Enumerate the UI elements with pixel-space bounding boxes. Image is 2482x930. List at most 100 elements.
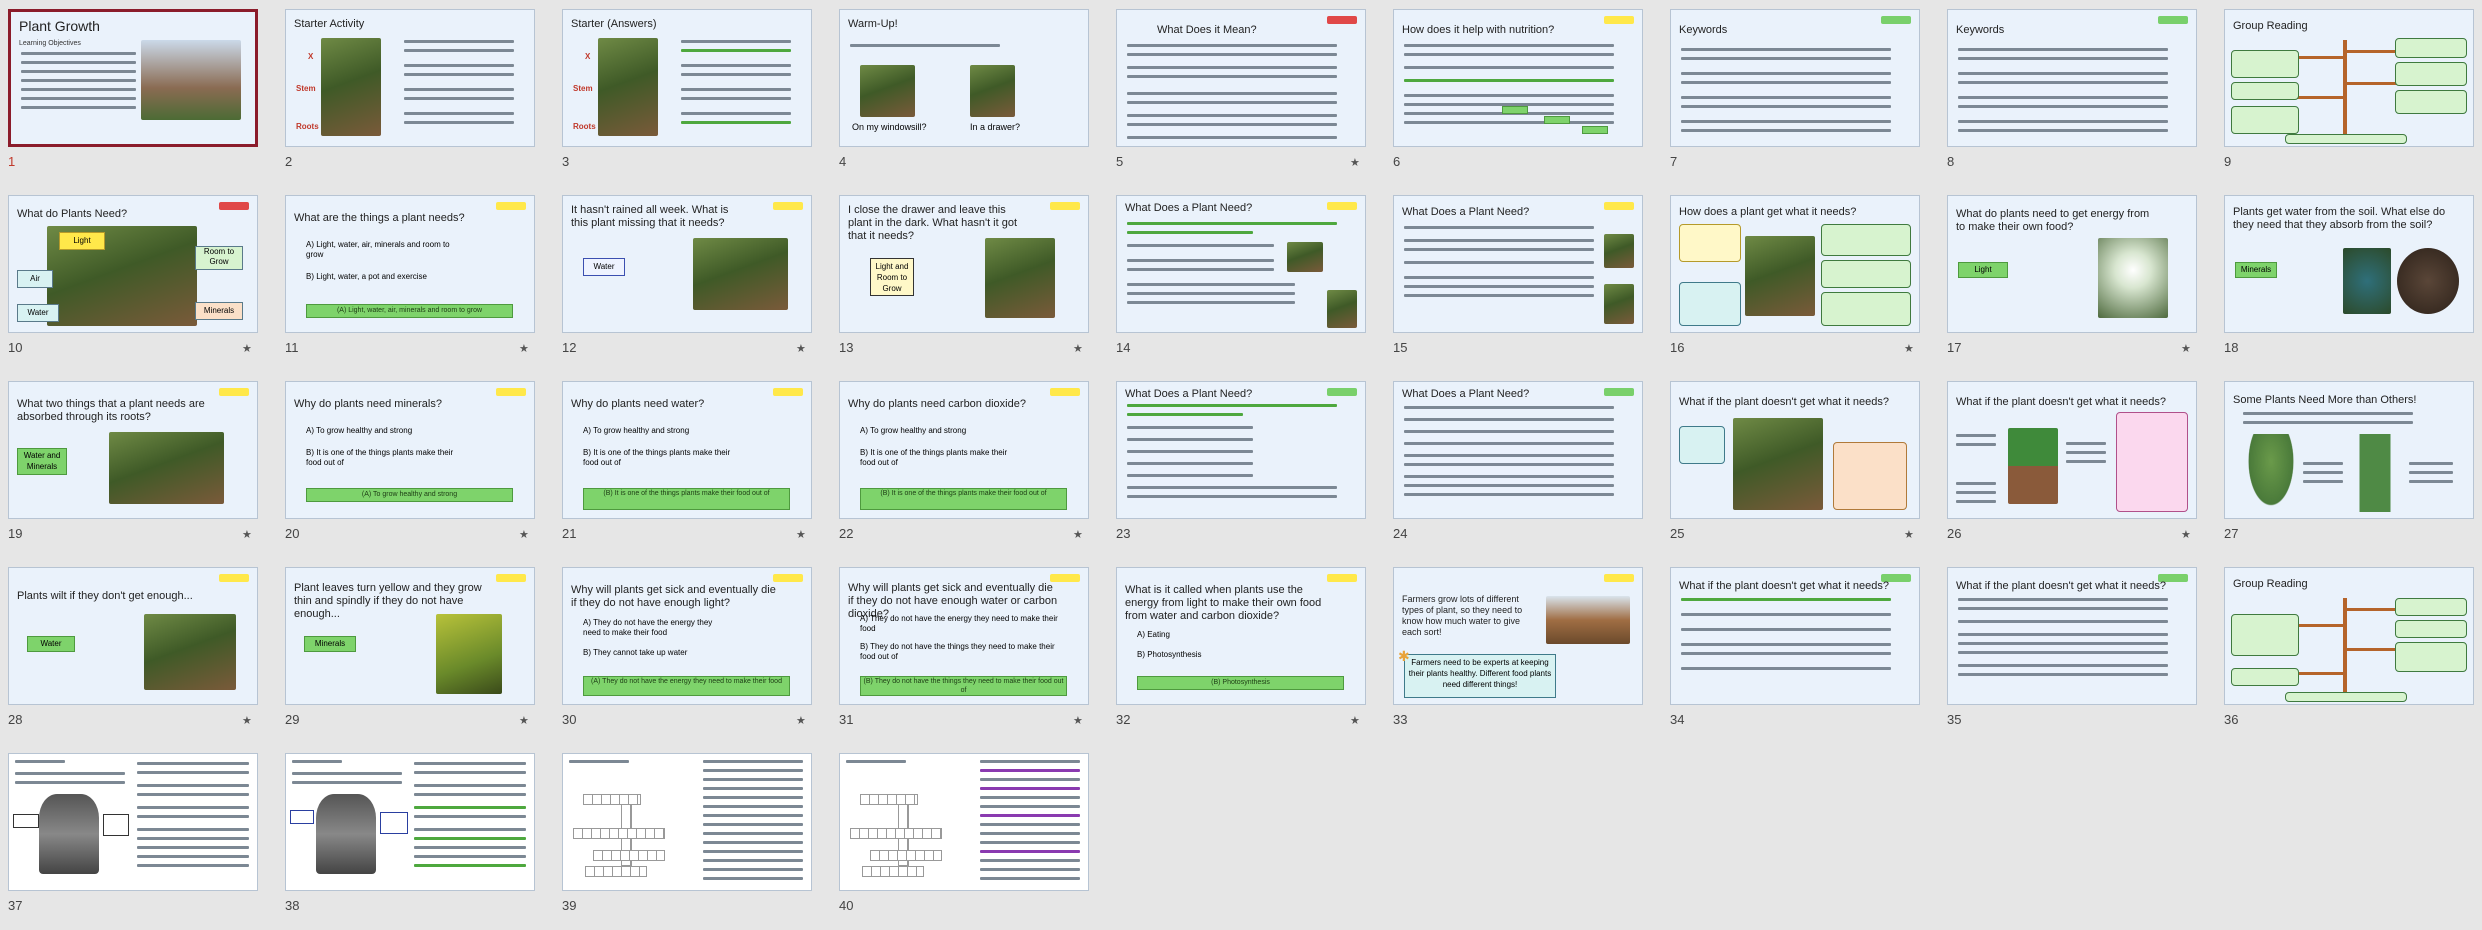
slide-29[interactable]: Plant leaves turn yellow and they grow t…	[285, 567, 535, 705]
slide-27[interactable]: Some Plants Need More than Others!	[2224, 381, 2474, 519]
slide-4[interactable]: Warm-Up! On my windowsill? In a drawer?	[839, 9, 1089, 147]
slide-34[interactable]: What if the plant doesn't get what it ne…	[1670, 567, 1920, 705]
slide-thumbnail-36[interactable]: Group Reading 36	[2224, 567, 2474, 727]
slide-thumbnail-32[interactable]: What is it called when plants use the en…	[1116, 567, 1366, 727]
slide-thumbnail-30[interactable]: Why will plants get sick and eventually …	[562, 567, 812, 727]
slide-20[interactable]: Why do plants need minerals? A) To grow …	[285, 381, 535, 519]
slide-10[interactable]: What do Plants Need? Light Air Water Roo…	[8, 195, 258, 333]
slide-title: What if the plant doesn't get what it ne…	[1679, 396, 1890, 408]
option-b: B) Light, water, a pot and exercise	[306, 272, 427, 281]
slide-31[interactable]: Why will plants get sick and eventually …	[839, 567, 1089, 705]
difficulty-badge	[496, 574, 526, 582]
slide-35[interactable]: What if the plant doesn't get what it ne…	[1947, 567, 2197, 705]
slide-8[interactable]: Keywords	[1947, 9, 2197, 147]
slide-thumbnail-10[interactable]: What do Plants Need? Light Air Water Roo…	[8, 195, 258, 355]
slide-thumbnail-1[interactable]: Plant Growth Learning Objectives 1	[8, 9, 258, 169]
slide-thumbnail-20[interactable]: Why do plants need minerals? A) To grow …	[285, 381, 535, 541]
transition-star-icon: ★	[2181, 343, 2191, 355]
blank-label-box	[103, 814, 129, 836]
answer-lines	[681, 40, 791, 130]
reading-note	[2231, 106, 2299, 134]
slide-thumbnail-8[interactable]: Keywords 8	[1947, 9, 2197, 169]
slide-16[interactable]: How does a plant get what it needs?	[1670, 195, 1920, 333]
slide-thumbnail-37[interactable]: 37	[8, 753, 258, 913]
slide-thumbnail-28[interactable]: Plants wilt if they don't get enough... …	[8, 567, 258, 727]
slide-19[interactable]: What two things that a plant needs are a…	[8, 381, 258, 519]
slide-thumbnail-35[interactable]: What if the plant doesn't get what it ne…	[1947, 567, 2197, 727]
slide-11[interactable]: What are the things a plant needs? A) Li…	[285, 195, 535, 333]
slide-thumbnail-2[interactable]: Starter Activity X Stem Roots 2	[285, 9, 535, 169]
text-lines	[1127, 44, 1337, 145]
slide-40[interactable]	[839, 753, 1089, 891]
slide-thumbnail-38[interactable]: 38	[285, 753, 535, 913]
slide-24[interactable]: What Does a Plant Need?	[1393, 381, 1643, 519]
slide-26[interactable]: What if the plant doesn't get what it ne…	[1947, 381, 2197, 519]
answer-bar: (B) They do not have the things they nee…	[860, 676, 1067, 696]
slide-2[interactable]: Starter Activity X Stem Roots	[285, 9, 535, 147]
slide-thumbnail-23[interactable]: What Does a Plant Need? 23	[1116, 381, 1366, 541]
slide-21[interactable]: Why do plants need water? A) To grow hea…	[562, 381, 812, 519]
slide-thumbnail-9[interactable]: Group Reading 9	[2224, 9, 2474, 169]
slide-number: 16	[1670, 340, 1685, 355]
slide-title: How does it help with nutrition?	[1402, 24, 1555, 36]
slide-thumbnail-31[interactable]: Why will plants get sick and eventually …	[839, 567, 1089, 727]
slide-38[interactable]	[285, 753, 535, 891]
slide-thumbnail-22[interactable]: Why do plants need carbon dioxide? A) To…	[839, 381, 1089, 541]
slide-12[interactable]: It hasn't rained all week. What is this …	[562, 195, 812, 333]
slide-23[interactable]: What Does a Plant Need?	[1116, 381, 1366, 519]
slide-13[interactable]: I close the drawer and leave this plant …	[839, 195, 1089, 333]
transition-star-icon: ★	[242, 343, 252, 355]
slide-thumbnail-40[interactable]: 40	[839, 753, 1089, 913]
yellow-leaves-photo	[436, 614, 502, 694]
slide-thumbnail-26[interactable]: What if the plant doesn't get what it ne…	[1947, 381, 2197, 541]
slide-5[interactable]: What Does it Mean?	[1116, 9, 1366, 147]
slide-33[interactable]: Farmers grow lots of different types of …	[1393, 567, 1643, 705]
slide-17[interactable]: What do plants need to get energy from t…	[1947, 195, 2197, 333]
slide-sorter-grid: Plant Growth Learning Objectives 1 Start…	[8, 9, 2474, 913]
slide-thumbnail-11[interactable]: What are the things a plant needs? A) Li…	[285, 195, 535, 355]
label-air: Air	[17, 270, 53, 288]
slide-thumbnail-34[interactable]: What if the plant doesn't get what it ne…	[1670, 567, 1920, 727]
slide-15[interactable]: What Does a Plant Need?	[1393, 195, 1643, 333]
slide-28[interactable]: Plants wilt if they don't get enough... …	[8, 567, 258, 705]
slide-thumbnail-39[interactable]: 39	[562, 753, 812, 913]
difficulty-badge	[1050, 388, 1080, 396]
slide-thumbnail-16[interactable]: How does a plant get what it needs? 16 ★	[1670, 195, 1920, 355]
slide-thumbnail-4[interactable]: Warm-Up! On my windowsill? In a drawer? …	[839, 9, 1089, 169]
slide-thumbnail-25[interactable]: What if the plant doesn't get what it ne…	[1670, 381, 1920, 541]
slide-9[interactable]: Group Reading	[2224, 9, 2474, 147]
slide-thumbnail-24[interactable]: What Does a Plant Need? 24	[1393, 381, 1643, 541]
slide-thumbnail-7[interactable]: Keywords 7	[1670, 9, 1920, 169]
slide-thumbnail-6[interactable]: How does it help with nutrition? 6	[1393, 9, 1643, 169]
slide-thumbnail-17[interactable]: What do plants need to get energy from t…	[1947, 195, 2197, 355]
slide-30[interactable]: Why will plants get sick and eventually …	[562, 567, 812, 705]
slide-thumbnail-3[interactable]: Starter (Answers) X Stem Roots 3	[562, 9, 812, 169]
slide-18[interactable]: Plants get water from the soil. What els…	[2224, 195, 2474, 333]
slide-thumbnail-21[interactable]: Why do plants need water? A) To grow hea…	[562, 381, 812, 541]
slide-6[interactable]: How does it help with nutrition?	[1393, 9, 1643, 147]
slide-thumbnail-14[interactable]: What Does a Plant Need? 14	[1116, 195, 1366, 355]
slide-thumbnail-5[interactable]: What Does it Mean? 5 ★	[1116, 9, 1366, 169]
slide-thumbnail-33[interactable]: Farmers grow lots of different types of …	[1393, 567, 1643, 727]
slide-25[interactable]: What if the plant doesn't get what it ne…	[1670, 381, 1920, 519]
text-lines	[15, 772, 125, 790]
slide-7[interactable]: Keywords	[1670, 9, 1920, 147]
slide-39[interactable]	[562, 753, 812, 891]
slide-thumbnail-19[interactable]: What two things that a plant needs are a…	[8, 381, 258, 541]
slide-thumbnail-15[interactable]: What Does a Plant Need? 15	[1393, 195, 1643, 355]
slide-thumbnail-27[interactable]: Some Plants Need More than Others! 27	[2224, 381, 2474, 541]
slide-37[interactable]	[8, 753, 258, 891]
slide-thumbnail-12[interactable]: It hasn't rained all week. What is this …	[562, 195, 812, 355]
slide-thumbnail-18[interactable]: Plants get water from the soil. What els…	[2224, 195, 2474, 355]
slide-3[interactable]: Starter (Answers) X Stem Roots	[562, 9, 812, 147]
option-a: A) To grow healthy and strong	[860, 426, 967, 435]
slide-22[interactable]: Why do plants need carbon dioxide? A) To…	[839, 381, 1089, 519]
difficulty-badge	[1604, 16, 1634, 24]
slide-14[interactable]: What Does a Plant Need?	[1116, 195, 1366, 333]
slide-1[interactable]: Plant Growth Learning Objectives	[8, 9, 258, 147]
transition-star-icon: ★	[1073, 715, 1083, 727]
slide-thumbnail-13[interactable]: I close the drawer and leave this plant …	[839, 195, 1089, 355]
slide-32[interactable]: What is it called when plants use the en…	[1116, 567, 1366, 705]
slide-36[interactable]: Group Reading	[2224, 567, 2474, 705]
slide-thumbnail-29[interactable]: Plant leaves turn yellow and they grow t…	[285, 567, 535, 727]
